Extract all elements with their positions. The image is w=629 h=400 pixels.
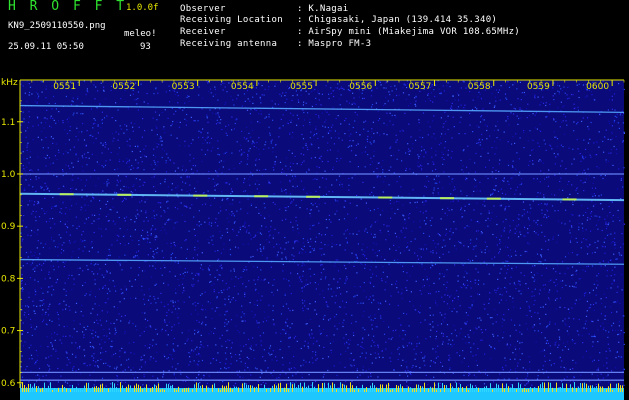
- header-panel: H R O F F T 1.0.0f KN9_2509110550.png me…: [0, 0, 629, 78]
- x-tick-label: 0553: [172, 82, 195, 92]
- location-value: : Chigasaki, Japan (139.414 35.340): [297, 15, 498, 25]
- y-tick-label: 1.1: [1, 118, 15, 128]
- filename-label: KN9_2509110550.png: [8, 21, 106, 31]
- receiver-label: Receiver: [180, 27, 226, 37]
- x-tick-label: 0556: [349, 82, 372, 92]
- x-tick-label: 0558: [468, 82, 491, 92]
- y-tick-label: 1.0: [1, 170, 16, 180]
- y-tick-label: 0.8: [1, 274, 16, 284]
- x-tick-label: 0600: [586, 82, 609, 92]
- location-label: Receiving Location: [180, 15, 283, 25]
- x-tick-label: 0551: [53, 82, 76, 92]
- receiver-value: : AirSpy mini (Miakejima VOR 108.65MHz): [297, 27, 521, 37]
- x-tick-label: 0555: [290, 82, 313, 92]
- datetime-label: 25.09.11 05:50: [8, 42, 84, 52]
- x-tick-label: 0554: [231, 82, 254, 92]
- spectrogram-plot: 1.1 1.0 0.9 0.8 0.7 0.6 kHz 0551 0552 0553 0554 055…: [1, 78, 626, 400]
- meleo-label: meleo!: [124, 29, 157, 39]
- count-label: 93: [140, 42, 151, 52]
- y-tick-label: 0.9: [1, 222, 16, 232]
- x-tick-label: 0559: [527, 82, 550, 92]
- y-tick-label: 0.7: [1, 327, 15, 337]
- y-tick-label: 0.6: [1, 379, 16, 389]
- plot-background: [20, 80, 624, 388]
- app-logo: H R O F F T: [8, 0, 128, 14]
- y-axis-label: kHz: [1, 78, 18, 88]
- antenna-value: : Maspro FM-3: [297, 39, 372, 49]
- x-tick-label: 0552: [112, 82, 135, 92]
- x-tick-label: 0557: [409, 82, 432, 92]
- antenna-label: Receiving antenna: [180, 39, 278, 49]
- version-label: 1.0.0f: [126, 3, 159, 13]
